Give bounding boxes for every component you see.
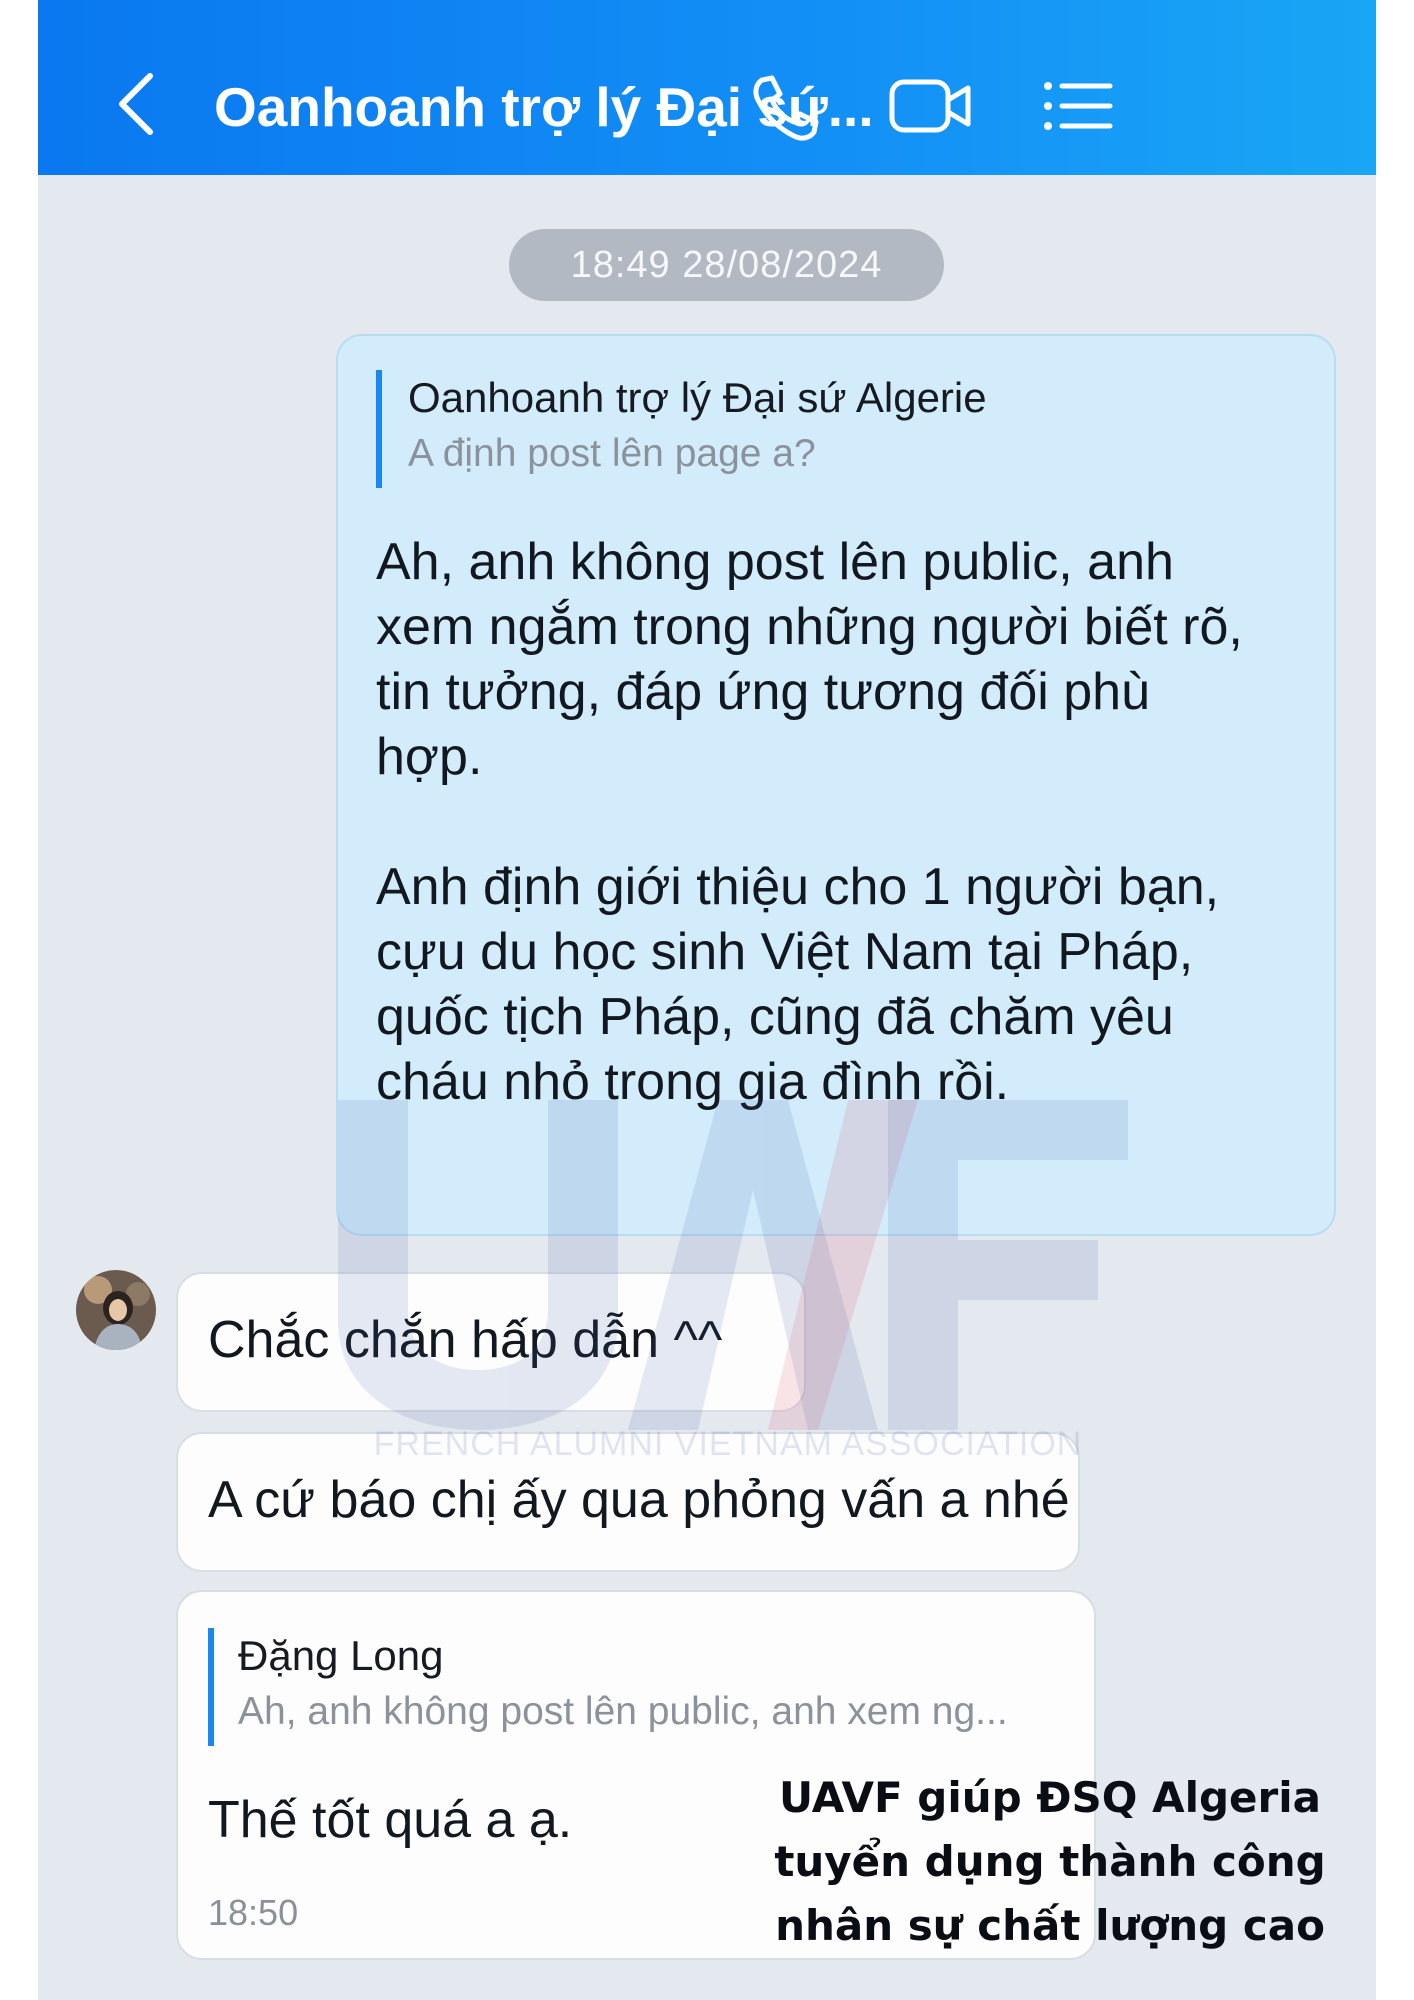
menu-button[interactable]: [1038, 70, 1118, 142]
chat-header: Oanhoanh trợ lý Đại sứ...: [38, 0, 1376, 175]
outgoing-message[interactable]: Oanhoanh trợ lý Đại sứ Algerie A định po…: [336, 334, 1336, 1236]
promo-caption: UAVF giúp ĐSQ Algeria tuyển dụng thành c…: [750, 1766, 1350, 1958]
message-line: hợp.: [376, 728, 483, 786]
quote-sender: Đặng Long: [238, 1632, 444, 1679]
quote-sender: Oanhoanh trợ lý Đại sứ Algerie: [408, 374, 987, 421]
message-text: Thế tốt quá a ạ.: [208, 1791, 573, 1849]
reply-quote[interactable]: Oanhoanh trợ lý Đại sứ Algerie A định po…: [376, 370, 1276, 488]
message-line: [376, 790, 1243, 855]
chevron-left-icon: [119, 73, 153, 135]
quote-text: A định post lên page a?: [408, 432, 816, 475]
message-text: A cứ báo chị ấy qua phỏng vấn a nhé: [208, 1471, 1070, 1529]
video-call-button[interactable]: [886, 70, 976, 142]
avatar-photo: [76, 1270, 156, 1350]
message-text: Ah, anh không post lên public, anh xem n…: [376, 530, 1243, 1115]
caption-line: nhân sự chất lượng cao: [775, 1901, 1325, 1950]
call-button[interactable]: [744, 70, 824, 142]
message-line: quốc tịch Pháp, cũng đã chăm yêu: [376, 988, 1174, 1046]
video-camera-icon: [889, 79, 971, 133]
message-line: cháu nhỏ trong gia đình rồi.: [376, 1053, 1010, 1111]
message-line: Ah, anh không post lên public, anh: [376, 533, 1174, 591]
date-separator: 18:49 28/08/2024: [509, 229, 944, 301]
phone-icon: [753, 75, 819, 141]
chat-screen: Oanhoanh trợ lý Đại sứ... 18:49 28/08/20…: [38, 0, 1376, 2000]
message-line: tin tưởng, đáp ứng tương đối phù: [376, 663, 1151, 721]
message-time: 18:50: [208, 1892, 299, 1933]
message-line: xem ngắm trong những người biết rõ,: [376, 598, 1243, 656]
caption-line: tuyển dụng thành công: [774, 1837, 1326, 1886]
quote-text: Ah, anh không post lên public, anh xem n…: [238, 1690, 1008, 1733]
reply-quote[interactable]: Đặng Long Ah, anh không post lên public,…: [208, 1628, 1068, 1746]
back-button[interactable]: [108, 68, 168, 140]
caption-line: UAVF giúp ĐSQ Algeria: [778, 1773, 1321, 1822]
incoming-message[interactable]: Chắc chắn hấp dẫn ^^: [176, 1272, 806, 1412]
list-menu-icon: [1044, 82, 1113, 130]
message-line: cựu du học sinh Việt Nam tại Pháp,: [376, 923, 1194, 981]
incoming-message[interactable]: A cứ báo chị ấy qua phỏng vấn a nhé: [176, 1432, 1080, 1572]
avatar[interactable]: [76, 1270, 156, 1350]
message-text: Chắc chắn hấp dẫn ^^: [208, 1311, 723, 1369]
message-line: Anh định giới thiệu cho 1 người bạn,: [376, 858, 1220, 916]
